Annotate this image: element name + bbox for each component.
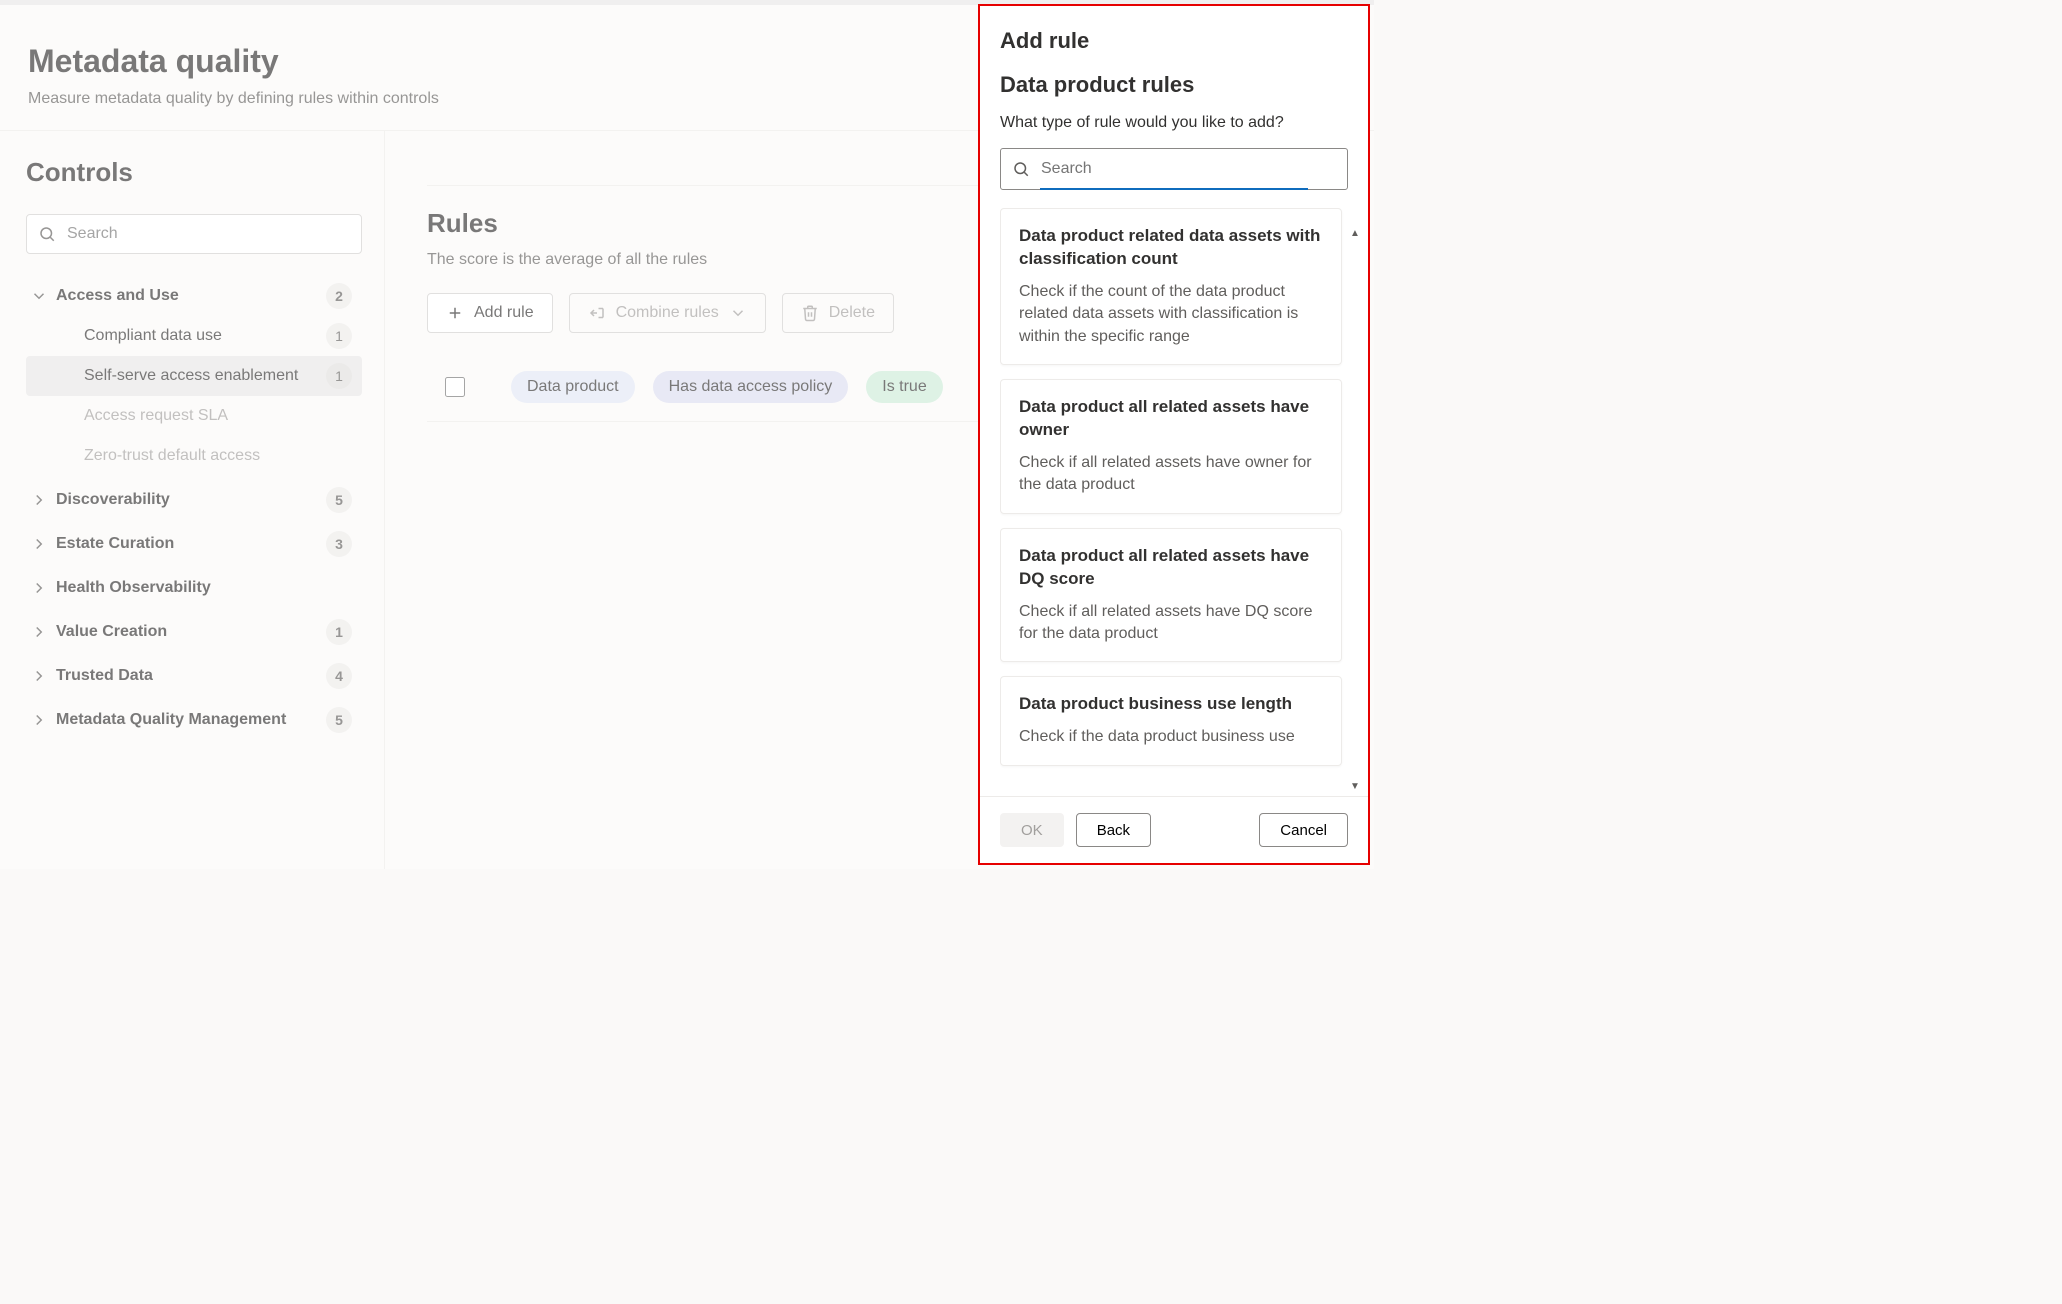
tree-item[interactable]: Compliant data use1: [26, 316, 362, 356]
pill-value: Is true: [866, 371, 942, 403]
combine-icon: [588, 304, 606, 322]
option-desc: Check if the count of the data product r…: [1019, 281, 1323, 348]
controls-heading: Controls: [26, 157, 362, 188]
tree-group-header[interactable]: Health Observability: [26, 568, 362, 608]
tree-group-label: Estate Curation: [56, 535, 326, 553]
scroll-up-icon: ▲: [1350, 228, 1362, 240]
ok-button[interactable]: OK: [1000, 813, 1064, 847]
pill-predicate: Has data access policy: [653, 371, 849, 403]
tree-group-header[interactable]: Value Creation1: [26, 612, 362, 652]
tree-group-label: Health Observability: [56, 579, 352, 597]
back-button[interactable]: Back: [1076, 813, 1151, 847]
count-badge: 1: [326, 323, 352, 349]
tree-group-header[interactable]: Trusted Data4: [26, 656, 362, 696]
count-badge: 4: [326, 663, 352, 689]
tree-group-header[interactable]: Access and Use2: [26, 276, 362, 316]
rule-options-list[interactable]: Data product related data assets with cl…: [1000, 208, 1348, 796]
count-badge: 3: [326, 531, 352, 557]
tree-group-label: Metadata Quality Management: [56, 711, 326, 729]
tree-group-header[interactable]: Estate Curation3: [26, 524, 362, 564]
option-desc: Check if all related assets have DQ scor…: [1019, 601, 1323, 646]
panel-question: What type of rule would you like to add?: [1000, 114, 1348, 132]
option-desc: Check if the data product business use: [1019, 726, 1323, 748]
option-title: Data product business use length: [1019, 693, 1323, 716]
option-title: Data product all related assets have own…: [1019, 396, 1323, 442]
tree-group-label: Trusted Data: [56, 667, 326, 685]
controls-search[interactable]: [26, 214, 362, 254]
rule-option-card[interactable]: Data product business use length Check if…: [1000, 676, 1342, 765]
rule-option-card[interactable]: Data product related data assets with cl…: [1000, 208, 1342, 365]
tree-item-label: Self-serve access enablement: [84, 358, 326, 395]
tree-item-label: Compliant data use: [84, 318, 326, 355]
cancel-button[interactable]: Cancel: [1259, 813, 1348, 847]
tree-group-label: Discoverability: [56, 491, 326, 509]
pill-subject: Data product: [511, 371, 635, 403]
tree-item[interactable]: Self-serve access enablement1: [26, 356, 362, 396]
rule-option-card[interactable]: Data product all related assets have own…: [1000, 379, 1342, 514]
count-badge: 5: [326, 707, 352, 733]
controls-search-input[interactable]: [26, 214, 362, 254]
search-icon: [1012, 160, 1030, 178]
delete-button[interactable]: Delete: [782, 293, 894, 333]
panel-title: Add rule: [1000, 28, 1348, 54]
combine-rules-button[interactable]: Combine rules: [569, 293, 766, 333]
controls-tree: Access and Use2Compliant data use1Self-s…: [26, 276, 362, 740]
option-desc: Check if all related assets have owner f…: [1019, 452, 1323, 497]
tree-item: Zero-trust default access: [26, 436, 362, 476]
panel-subtitle: Data product rules: [1000, 72, 1348, 98]
search-icon: [38, 225, 56, 243]
trash-icon: [801, 304, 819, 322]
count-badge: 1: [326, 619, 352, 645]
count-badge: 5: [326, 487, 352, 513]
tree-group-label: Access and Use: [56, 287, 326, 305]
tree-item-label: Zero-trust default access: [84, 438, 352, 475]
plus-icon: [446, 304, 464, 322]
panel-search-input[interactable]: [1000, 148, 1348, 190]
rule-option-card[interactable]: Data product all related assets have DQ …: [1000, 528, 1342, 663]
option-title: Data product related data assets with cl…: [1019, 225, 1323, 271]
option-title: Data product all related assets have DQ …: [1019, 545, 1323, 591]
count-badge: 2: [326, 283, 352, 309]
rule-checkbox[interactable]: [445, 377, 465, 397]
tree-group-header[interactable]: Metadata Quality Management5: [26, 700, 362, 740]
tree-item: Access request SLA: [26, 396, 362, 436]
panel-search[interactable]: [1000, 148, 1348, 190]
tree-group-label: Value Creation: [56, 623, 326, 641]
panel-footer: OK Back Cancel: [980, 796, 1368, 863]
tree-group-header[interactable]: Discoverability5: [26, 480, 362, 520]
controls-sidebar: Controls Access and Use2Compliant data u…: [0, 131, 385, 869]
count-badge: 1: [326, 363, 352, 389]
scroll-down-icon: ▼: [1350, 781, 1362, 793]
tree-item-label: Access request SLA: [84, 398, 352, 435]
add-rule-button[interactable]: Add rule: [427, 293, 553, 333]
chevron-down-icon: [729, 304, 747, 322]
add-rule-panel: Add rule Data product rules What type of…: [978, 4, 1370, 865]
